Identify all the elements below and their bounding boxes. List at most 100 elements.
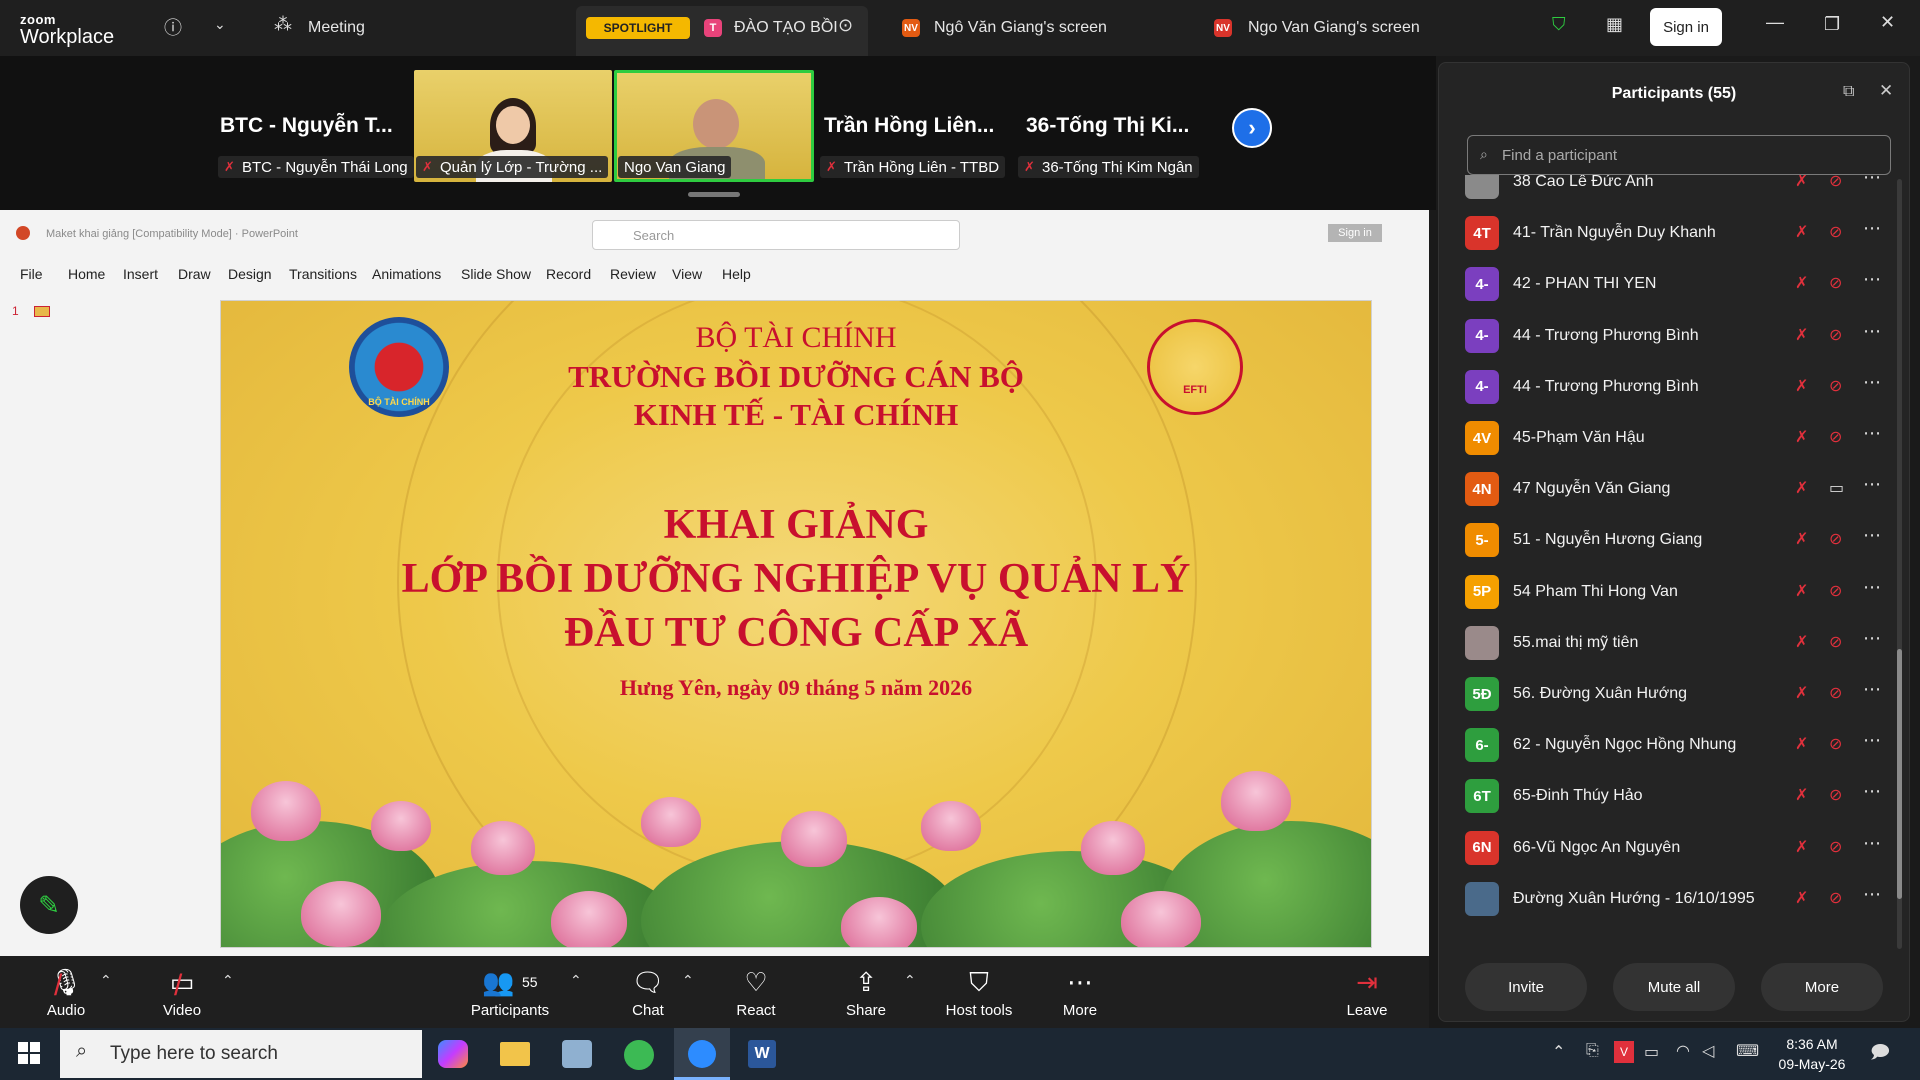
participant-more-icon[interactable]: ⋯ bbox=[1863, 577, 1882, 598]
participant-row[interactable]: 55.mai thị mỹ tiên ✗ ⊘ ⋯ bbox=[1439, 618, 1899, 669]
ppt-search-input[interactable]: Search bbox=[592, 220, 960, 250]
ppt-menu-draw[interactable]: Draw bbox=[178, 266, 211, 282]
participant-more-icon[interactable]: ⋯ bbox=[1863, 781, 1882, 802]
video-off-icon[interactable]: ⊘ bbox=[1829, 632, 1842, 652]
clock-time[interactable]: 8:36 AM bbox=[1780, 1036, 1844, 1052]
taskbar-search-input[interactable]: ⌕ Type here to search bbox=[60, 1030, 422, 1078]
ppt-menu-review[interactable]: Review bbox=[610, 266, 656, 282]
battery-icon[interactable]: ▭ bbox=[1644, 1042, 1659, 1062]
ppt-menu-help[interactable]: Help bbox=[722, 266, 751, 282]
video-off-icon[interactable]: ⊘ bbox=[1829, 273, 1842, 293]
tray-camera-icon[interactable]: ⎘ bbox=[1586, 1042, 1599, 1060]
app-icon[interactable] bbox=[562, 1040, 592, 1068]
video-off-icon[interactable]: ⊘ bbox=[1829, 785, 1842, 805]
file-explorer-icon[interactable] bbox=[500, 1042, 530, 1066]
participants-button[interactable]: 👥 55 Participants bbox=[466, 966, 554, 1019]
mic-muted-icon[interactable]: ✗ bbox=[1795, 478, 1808, 498]
participant-row[interactable]: 5Đ 56. Đường Xuân Hướng ✗ ⊘ ⋯ bbox=[1439, 669, 1899, 720]
tab-title[interactable]: ĐÀO TẠO BỒI bbox=[734, 19, 838, 37]
panel-more-button[interactable]: More bbox=[1761, 963, 1883, 1011]
chevron-down-icon[interactable]: ⌄ bbox=[214, 16, 226, 33]
next-page-arrow-icon[interactable]: › bbox=[1232, 108, 1272, 148]
slide-thumbnail[interactable] bbox=[34, 306, 50, 317]
chat-button[interactable]: 🗨 Chat bbox=[628, 966, 668, 1019]
mic-muted-icon[interactable]: ✗ bbox=[1795, 273, 1808, 293]
host-tools-button[interactable]: ⛉ Host tools bbox=[944, 966, 1014, 1019]
participant-row[interactable]: 6T 65-Đinh Thúy Hảo ✗ ⊘ ⋯ bbox=[1439, 771, 1899, 822]
mic-muted-icon[interactable]: ✗ bbox=[1795, 175, 1808, 191]
restore-icon[interactable]: ❐ bbox=[1824, 14, 1840, 35]
list-scrollbar[interactable] bbox=[1897, 179, 1902, 949]
participant-row[interactable]: 4N 47 Nguyễn Văn Giang ✗ ▭ ⋯ bbox=[1439, 464, 1899, 515]
mic-muted-icon[interactable]: ✗ bbox=[1795, 325, 1808, 345]
mic-muted-icon[interactable]: ✗ bbox=[1795, 376, 1808, 396]
windows-start-icon[interactable] bbox=[18, 1042, 40, 1064]
mic-muted-icon[interactable]: ✗ bbox=[1795, 427, 1808, 447]
video-off-icon[interactable]: ⊘ bbox=[1829, 222, 1842, 242]
wifi-icon[interactable]: ◠ bbox=[1676, 1041, 1690, 1061]
video-on-icon[interactable]: ▭ bbox=[1829, 478, 1844, 498]
video-off-icon[interactable]: ⊘ bbox=[1829, 427, 1842, 447]
participant-row[interactable]: 4V 45-Phạm Văn Hậu ✗ ⊘ ⋯ bbox=[1439, 413, 1899, 464]
volume-icon[interactable]: ◁ bbox=[1702, 1041, 1714, 1061]
mic-muted-icon[interactable]: ✗ bbox=[1795, 581, 1808, 601]
close-panel-icon[interactable]: ✕ bbox=[1879, 81, 1893, 101]
participant-row[interactable]: 38 Cao Lê Đức Anh ✗ ⊘ ⋯ bbox=[1439, 175, 1899, 208]
chat-options-caret-icon[interactable]: ⌃ bbox=[682, 972, 694, 989]
participant-row[interactable]: 6N 66-Vũ Ngọc An Nguyên ✗ ⊘ ⋯ bbox=[1439, 823, 1899, 874]
mic-muted-icon[interactable]: ✗ bbox=[1795, 529, 1808, 549]
mic-muted-icon[interactable]: ✗ bbox=[1795, 785, 1808, 805]
participant-more-icon[interactable]: ⋯ bbox=[1863, 884, 1882, 905]
minimize-icon[interactable]: — bbox=[1766, 12, 1784, 33]
mic-muted-icon[interactable]: ✗ bbox=[1795, 683, 1808, 703]
video-off-icon[interactable]: ⊘ bbox=[1829, 175, 1842, 191]
meeting-tab[interactable]: Meeting bbox=[308, 19, 365, 37]
more-button[interactable]: ⋯ More bbox=[1060, 966, 1100, 1019]
invite-button[interactable]: Invite bbox=[1465, 963, 1587, 1011]
participant-more-icon[interactable]: ⋯ bbox=[1863, 833, 1882, 854]
audio-options-caret-icon[interactable]: ⌃ bbox=[100, 972, 112, 989]
ppt-menu-file[interactable]: File bbox=[20, 266, 43, 282]
notifications-icon[interactable]: 🗩 bbox=[1870, 1040, 1890, 1070]
participant-more-icon[interactable]: ⋯ bbox=[1863, 269, 1882, 290]
more-options-icon[interactable]: ⊙ bbox=[838, 15, 853, 36]
clock-date[interactable]: 09-May-26 bbox=[1774, 1056, 1850, 1072]
ppt-menu-transitions[interactable]: Transitions bbox=[289, 266, 357, 282]
video-off-icon[interactable]: ⊘ bbox=[1829, 888, 1842, 908]
participant-row[interactable]: 4- 44 - Trương Phương Bình ✗ ⊘ ⋯ bbox=[1439, 311, 1899, 362]
participant-more-icon[interactable]: ⋯ bbox=[1863, 525, 1882, 546]
scrollbar-thumb[interactable] bbox=[1897, 649, 1902, 899]
participant-row[interactable]: 4T 41- Trần Nguyễn Duy Khanh ✗ ⊘ ⋯ bbox=[1439, 208, 1899, 259]
screen1-tab[interactable]: Ngô Văn Giang's screen bbox=[934, 19, 1107, 37]
sign-in-button[interactable]: Sign in bbox=[1650, 8, 1722, 46]
leave-button[interactable]: ⇥ Leave bbox=[1346, 966, 1388, 1019]
share-options-caret-icon[interactable]: ⌃ bbox=[904, 972, 916, 989]
video-off-icon[interactable]: ⊘ bbox=[1829, 529, 1842, 549]
tray-app-icon[interactable]: V bbox=[1614, 1041, 1634, 1063]
screen2-tab[interactable]: Ngo Van Giang's screen bbox=[1248, 19, 1420, 37]
strip-resize-handle[interactable] bbox=[688, 192, 740, 197]
find-participant-input[interactable]: ⌕ Find a participant bbox=[1467, 135, 1891, 175]
ppt-menu-slide-show[interactable]: Slide Show bbox=[461, 266, 531, 282]
ppt-menu-design[interactable]: Design bbox=[228, 266, 272, 282]
react-button[interactable]: ♡ React bbox=[734, 966, 778, 1019]
mute-all-button[interactable]: Mute all bbox=[1613, 963, 1735, 1011]
participant-row[interactable]: 6- 62 - Nguyễn Ngọc Hồng Nhung ✗ ⊘ ⋯ bbox=[1439, 720, 1899, 771]
participant-row[interactable]: 5- 51 - Nguyễn Hương Giang ✗ ⊘ ⋯ bbox=[1439, 515, 1899, 566]
annotate-pencil-icon[interactable]: ✎ bbox=[20, 876, 78, 934]
video-off-icon[interactable]: ⊘ bbox=[1829, 581, 1842, 601]
video-off-icon[interactable]: ⊘ bbox=[1829, 837, 1842, 857]
audio-button[interactable]: 🎙 / Audio bbox=[40, 966, 92, 1019]
video-off-icon[interactable]: ⊘ bbox=[1829, 734, 1842, 754]
share-button[interactable]: ⇪ Share bbox=[844, 966, 888, 1019]
participant-row[interactable]: Đường Xuân Hướng - 16/10/1995 ✗ ⊘ ⋯ bbox=[1439, 874, 1899, 925]
copilot-icon[interactable] bbox=[438, 1040, 468, 1068]
participant-more-icon[interactable]: ⋯ bbox=[1863, 321, 1882, 342]
ppt-menu-home[interactable]: Home bbox=[68, 266, 105, 282]
pop-out-icon[interactable]: ⧉ bbox=[1843, 83, 1854, 101]
participant-more-icon[interactable]: ⋯ bbox=[1863, 372, 1882, 393]
ppt-menu-view[interactable]: View bbox=[672, 266, 702, 282]
shield-icon[interactable]: ⛉ bbox=[1552, 14, 1566, 35]
participants-options-caret-icon[interactable]: ⌃ bbox=[570, 972, 582, 989]
participant-row[interactable]: 4- 44 - Trương Phương Bình ✗ ⊘ ⋯ bbox=[1439, 362, 1899, 413]
